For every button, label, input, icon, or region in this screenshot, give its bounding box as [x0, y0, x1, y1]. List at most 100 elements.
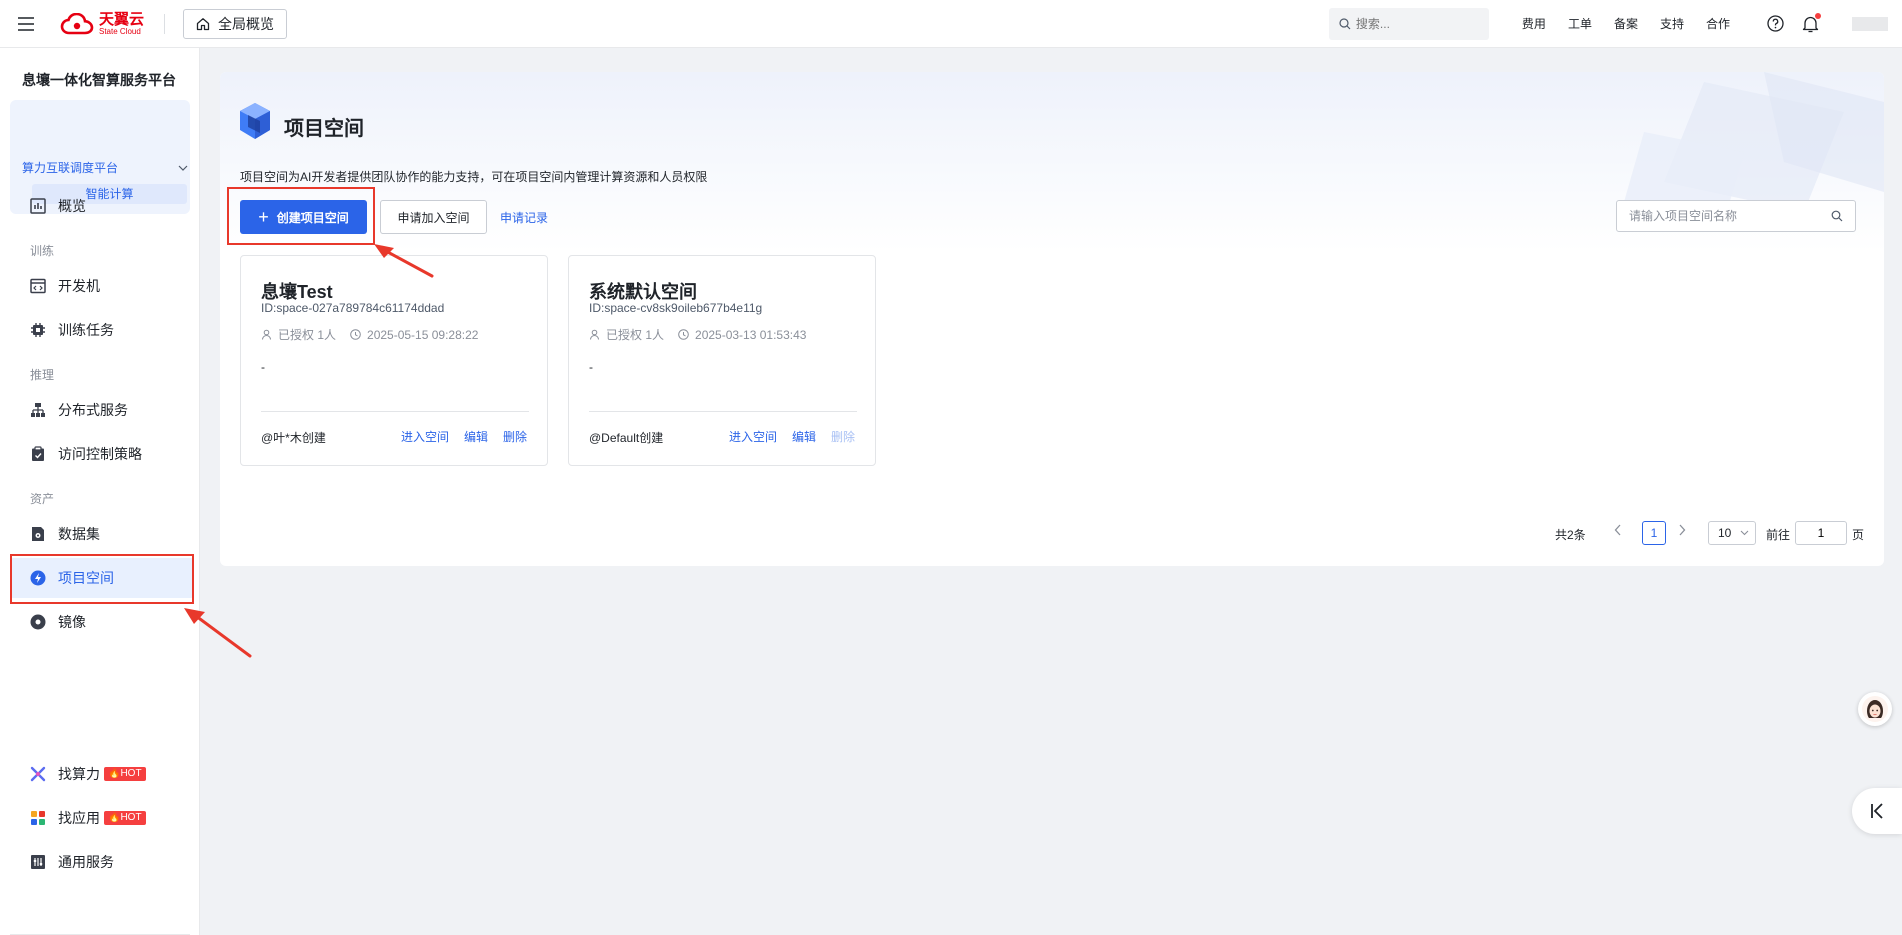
space-creator: @Default创建 [589, 431, 664, 445]
space-meta: 已授权 1人 2025-05-15 09:28:22 [261, 326, 478, 343]
annotation-box-sidebar [10, 554, 194, 604]
sidebar-item-find-app[interactable]: 找应用 🔥HOT [10, 798, 194, 838]
global-search[interactable] [1328, 7, 1489, 40]
space-actions: 进入空间 编辑 删除 [714, 428, 855, 445]
sidebar-item-dataset[interactable]: 数据集 [10, 514, 194, 554]
enter-space-link[interactable]: 进入空间 [729, 428, 777, 445]
next-page-icon[interactable] [1678, 524, 1686, 539]
sidebar-item-label: 数据集 [58, 526, 100, 542]
annotation-arrow-create [374, 244, 434, 278]
notification-dot [1815, 12, 1821, 19]
search-icon [1339, 17, 1351, 29]
authorized-info: 已授权 1人 [261, 326, 336, 343]
user-icon [262, 329, 271, 340]
apply-join-space-button[interactable]: 申请加入空间 [380, 200, 487, 234]
page-description: 项目空间为AI开发者提供团队协作的能力支持，可在项目空间内管理计算资源和人员权限 [240, 170, 708, 184]
clock-icon [678, 329, 689, 340]
chevron-down-icon [178, 165, 188, 171]
top-link-filing[interactable]: 备案 [1614, 15, 1638, 32]
authorized-count: 已授权 1人 [278, 328, 337, 342]
logo-en-text: State Cloud [99, 26, 141, 36]
created-time-info: 2025-05-15 09:28:22 [350, 328, 478, 342]
platform-select[interactable]: 算力互联调度平台 [22, 159, 188, 176]
sidebar-item-label: 找应用 [58, 810, 100, 826]
global-search-input[interactable] [1355, 16, 1476, 31]
space-search-box[interactable] [1616, 200, 1856, 232]
hamburger-menu-icon[interactable] [0, 0, 52, 48]
annotation-box-create [227, 187, 375, 245]
space-description: - [261, 360, 265, 374]
goto-label: 前往 [1766, 528, 1791, 542]
space-actions: 进入空间 编辑 删除 [386, 428, 527, 445]
sidebar: 息壤一体化智算服务平台 算力互联调度平台 智能计算 概览 训练 开发机 训练任务… [0, 48, 200, 935]
space-card[interactable]: 息壤Test ID:space-027a789784c61174ddad 已授权… [240, 255, 548, 466]
sidebar-item-distributed-service[interactable]: 分布式服务 [10, 390, 194, 430]
sidebar-item-training-task[interactable]: 训练任务 [10, 310, 194, 350]
app-grid-icon [31, 811, 45, 825]
platform-title: 息壤一体化智算服务平台 [22, 72, 176, 88]
bar-chart-icon [30, 198, 46, 214]
user-icon [590, 329, 599, 340]
nav-group-inference: 推理 [30, 368, 55, 382]
hot-badge-text: HOT [120, 812, 142, 823]
collapse-panel-button[interactable] [1852, 788, 1902, 834]
page-suffix-label: 页 [1852, 528, 1865, 542]
delete-space-link[interactable]: 删除 [503, 428, 527, 445]
home-icon [196, 17, 210, 30]
logo-cn-text: 天翼云 [99, 10, 145, 28]
hot-badge: 🔥HOT [104, 767, 146, 781]
sidebar-item-label: 通用服务 [58, 854, 114, 870]
sidebar-item-find-compute[interactable]: 找算力 🔥HOT [10, 754, 194, 794]
clock-icon [350, 329, 361, 340]
apply-record-link[interactable]: 申请记录 [500, 209, 548, 226]
annotation-arrow-sidebar [184, 608, 252, 658]
sidebar-item-overview[interactable]: 概览 [10, 186, 194, 226]
sidebar-item-general-service[interactable]: 通用服务 [10, 842, 194, 882]
space-id: ID:space-cv8sk9oileb677b4e11g [589, 301, 763, 315]
hierarchy-icon [31, 403, 45, 417]
hot-badge-text: HOT [120, 768, 142, 779]
sidebar-item-label: 训练任务 [58, 322, 114, 338]
space-description: - [589, 360, 593, 374]
page-title: 项目空间 [284, 118, 364, 140]
top-link-ticket[interactable]: 工单 [1568, 15, 1592, 32]
edit-space-link[interactable]: 编辑 [792, 428, 816, 445]
brand-logo[interactable]: 天翼云 State Cloud [60, 0, 144, 48]
pagination-total: 共2条 [1555, 528, 1586, 542]
space-creator: @叶*木创建 [261, 431, 326, 445]
collapse-left-icon [1871, 803, 1883, 819]
goto-page-input[interactable] [1795, 521, 1847, 545]
sidebar-item-devmachine[interactable]: 开发机 [10, 266, 194, 306]
sparkle-compute-icon [30, 766, 46, 782]
sidebar-item-label: 分布式服务 [58, 402, 128, 418]
chip-icon [31, 323, 45, 337]
page-size-value: 10 [1718, 526, 1732, 540]
help-icon[interactable] [1767, 15, 1784, 32]
search-icon[interactable] [1831, 210, 1843, 222]
notification-bell-icon[interactable] [1802, 12, 1821, 33]
top-link-partner[interactable]: 合作 [1706, 15, 1730, 32]
user-avatar[interactable] [1852, 16, 1888, 31]
top-link-support[interactable]: 支持 [1660, 15, 1684, 32]
project-space-logo-icon [240, 103, 270, 139]
prev-page-icon[interactable] [1614, 524, 1622, 539]
sidebar-item-access-control[interactable]: 访问控制策略 [10, 434, 194, 474]
assistant-avatar-icon [1862, 696, 1888, 722]
cloud-logo-icon [60, 12, 94, 34]
sidebar-item-label: 概览 [58, 198, 86, 214]
project-space-panel: 项目空间 项目空间为AI开发者提供团队协作的能力支持，可在项目空间内管理计算资源… [220, 72, 1884, 566]
sidebar-item-label: 开发机 [58, 278, 100, 294]
sidebar-item-image[interactable]: 镜像 [10, 602, 194, 642]
edit-space-link[interactable]: 编辑 [464, 428, 488, 445]
enter-space-link[interactable]: 进入空间 [401, 428, 449, 445]
space-card[interactable]: 系统默认空间 ID:space-cv8sk9oileb677b4e11g 已授权… [568, 255, 876, 466]
top-navigation-bar: 天翼云 State Cloud 全局概览 费用 工单 备案 支持 合作 [0, 0, 1902, 48]
page-number-current[interactable]: 1 [1642, 521, 1666, 545]
top-link-billing[interactable]: 费用 [1522, 15, 1546, 32]
global-overview-button[interactable]: 全局概览 [183, 8, 288, 39]
sliders-icon [31, 855, 45, 869]
page-size-select[interactable]: 10 [1708, 521, 1756, 545]
assistant-avatar-button[interactable] [1858, 692, 1892, 726]
space-search-input[interactable] [1629, 209, 1831, 223]
sidebar-item-label: 找算力 [58, 766, 100, 782]
